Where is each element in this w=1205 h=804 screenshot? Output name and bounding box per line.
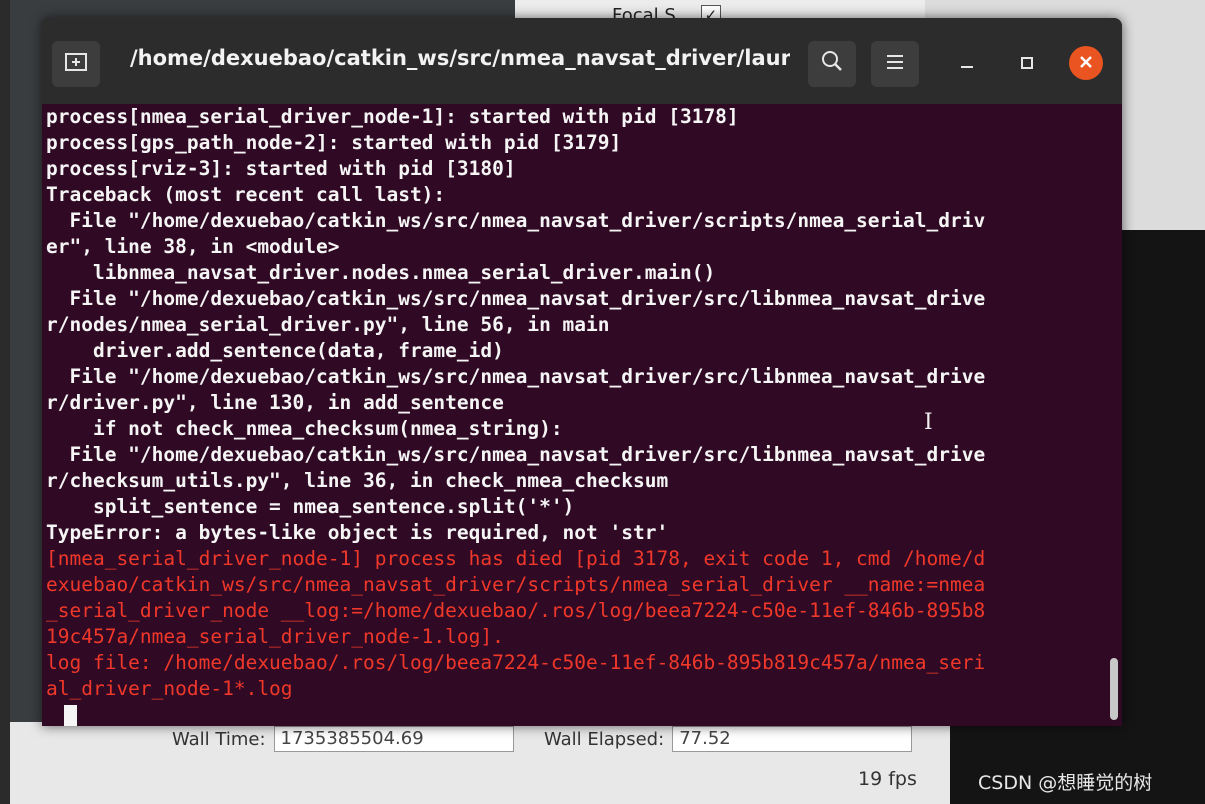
terminal-line: process[rviz-3]: started with pid [3180]: [46, 157, 516, 180]
minimize-button[interactable]: [950, 46, 984, 80]
terminal-line: er", line 38, in <module>: [46, 235, 340, 258]
terminal-line: r/nodes/nmea_serial_driver.py", line 56,…: [46, 313, 610, 336]
new-tab-button[interactable]: [52, 41, 100, 87]
maximize-icon: [1020, 51, 1034, 75]
terminal-window: /home/dexuebao/catkin_ws/src/nmea_navsat…: [42, 18, 1122, 726]
fps-readout: 19 fps: [858, 768, 917, 790]
terminal-line: File "/home/dexuebao/catkin_ws/src/nmea_…: [46, 443, 986, 466]
wall-elapsed-row: Wall Elapsed: 77.52: [544, 726, 913, 752]
minimize-icon: [960, 51, 974, 75]
terminal-error-line: _serial_driver_node __log:=/home/dexueba…: [46, 599, 986, 622]
close-icon: [1079, 53, 1093, 74]
wall-elapsed-field: 77.52: [672, 726, 913, 752]
terminal-error-line: log file: /home/dexuebao/.ros/log/beea72…: [46, 651, 986, 674]
search-button[interactable]: [808, 41, 856, 87]
terminal-line: split_sentence = nmea_sentence.split('*'…: [46, 495, 575, 518]
terminal-line: r/driver.py", line 130, in add_sentence: [46, 391, 504, 414]
terminal-line: r/checksum_utils.py", line 36, in check_…: [46, 469, 669, 492]
terminal-line: if not check_nmea_checksum(nmea_string):: [46, 417, 563, 440]
terminal-error-line: [nmea_serial_driver_node-1] process has …: [46, 547, 986, 570]
terminal-error-line: 19c457a/nmea_serial_driver_node-1.log].: [46, 625, 504, 648]
terminal-line: File "/home/dexuebao/catkin_ws/src/nmea_…: [46, 287, 986, 310]
terminal-error-line: exuebao/catkin_ws/src/nmea_navsat_driver…: [46, 573, 986, 596]
terminal-line: File "/home/dexuebao/catkin_ws/src/nmea_…: [46, 365, 986, 388]
terminal-line: Traceback (most recent call last):: [46, 183, 446, 206]
new-tab-icon: [65, 51, 87, 77]
terminal-line: libnmea_navsat_driver.nodes.nmea_serial_…: [46, 261, 716, 284]
terminal-titlebar[interactable]: /home/dexuebao/catkin_ws/src/nmea_navsat…: [42, 18, 1122, 104]
wall-elapsed-label: Wall Elapsed:: [544, 728, 665, 750]
terminal-cursor: [64, 704, 77, 726]
watermark: CSDN @想睡觉的树: [978, 772, 1153, 794]
search-icon: [821, 50, 843, 78]
wall-time-field: 1735385504.69: [273, 726, 514, 752]
terminal-line: File "/home/dexuebao/catkin_ws/src/nmea_…: [46, 209, 986, 232]
maximize-button[interactable]: [1010, 46, 1044, 80]
terminal-prompt-line: [46, 702, 1114, 726]
terminal-title: /home/dexuebao/catkin_ws/src/nmea_navsat…: [130, 46, 790, 70]
terminal-output[interactable]: process[nmea_serial_driver_node-1]: star…: [42, 104, 1114, 726]
terminal-line: driver.add_sentence(data, frame_id): [46, 339, 504, 362]
text-cursor-icon: I: [924, 410, 933, 435]
wall-time-label: Wall Time:: [172, 728, 266, 750]
terminal-line: process[nmea_serial_driver_node-1]: star…: [46, 105, 739, 128]
terminal-error-line: al_driver_node-1*.log: [46, 677, 293, 700]
terminal-line: TypeError: a bytes-like object is requir…: [46, 521, 669, 544]
terminal-line: process[gps_path_node-2]: started with p…: [46, 131, 622, 154]
terminal-scrollbar[interactable]: [1110, 658, 1118, 720]
close-button[interactable]: [1069, 46, 1103, 80]
hamburger-menu-icon: [885, 52, 905, 77]
wall-time-row: Wall Time: 1735385504.69: [172, 726, 514, 752]
menu-button[interactable]: [871, 41, 919, 87]
